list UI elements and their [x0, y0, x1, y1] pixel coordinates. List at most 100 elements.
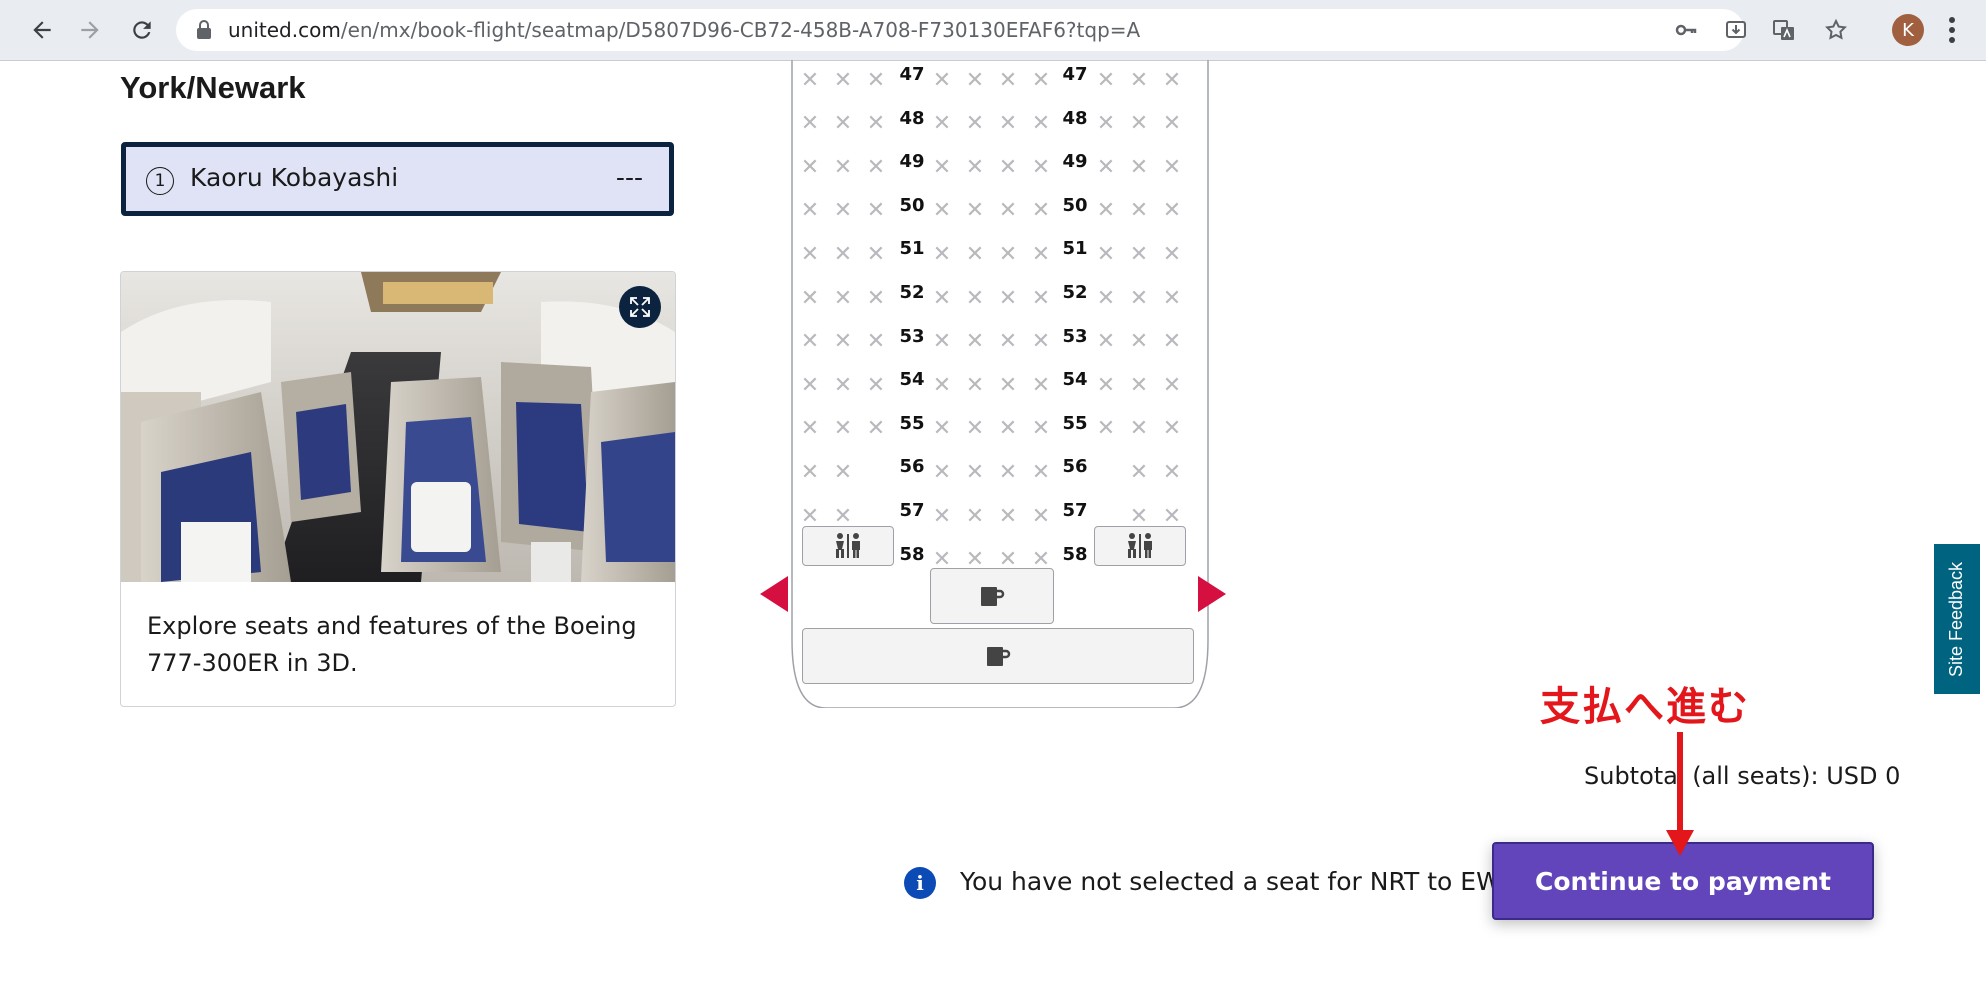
- row-number: 51: [899, 238, 925, 260]
- seat-unavailable: ✕: [932, 459, 952, 485]
- seat-unavailable: ✕: [998, 198, 1018, 224]
- seat-row: ✕ ✕ ✕ ✕ ✕ ✕ ✕ ✕ ✕ ✕ 53 53: [790, 322, 1210, 362]
- info-icon: i: [904, 867, 936, 899]
- seat-unavailable: ✕: [800, 198, 820, 224]
- seat-unavailable: ✕: [1031, 459, 1051, 485]
- seat-unavailable: ✕: [1162, 67, 1182, 93]
- seat-unavailable: ✕: [1096, 198, 1116, 224]
- seat-unavailable: ✕: [800, 329, 820, 355]
- subtotal-text: Subtotal (all seats): USD 0: [1584, 762, 1901, 790]
- seat-unavailable: ✕: [833, 372, 853, 398]
- seat-unavailable: ✕: [1162, 329, 1182, 355]
- aircraft-3d-card[interactable]: Explore seats and features of the Boeing…: [120, 271, 676, 707]
- forward-arrow-icon[interactable]: [70, 10, 110, 50]
- profile-avatar[interactable]: K: [1892, 14, 1924, 46]
- seat-unavailable: ✕: [1129, 329, 1149, 355]
- row-number: 58: [899, 543, 925, 565]
- row-number: 57: [1062, 500, 1088, 521]
- site-feedback-tab[interactable]: Site Feedback: [1934, 544, 1980, 694]
- seat-unavailable: ✕: [866, 67, 886, 93]
- seat-unavailable: ✕: [800, 459, 820, 485]
- seat-unavailable: ✕: [1162, 241, 1182, 267]
- seat-unavailable: ✕: [965, 459, 985, 485]
- row-number: 49: [1062, 151, 1088, 173]
- reload-icon[interactable]: [122, 10, 162, 50]
- seat-unavailable: ✕: [965, 503, 985, 529]
- seat-unavailable: ✕: [800, 67, 820, 93]
- row-number: 47: [1062, 64, 1088, 85]
- seat-unavailable: ✕: [800, 241, 820, 267]
- seat-unavailable: ✕: [998, 241, 1018, 267]
- row-number: 48: [899, 107, 925, 129]
- row-number: 51: [1062, 238, 1088, 260]
- seat-unavailable: ✕: [1129, 459, 1149, 485]
- star-icon[interactable]: [1824, 18, 1848, 42]
- seat-row: ✕ ✕ ✕ ✕ ✕ ✕ ✕ ✕ ✕ ✕ 48 48: [790, 104, 1210, 144]
- seat-unavailable: ✕: [932, 241, 952, 267]
- seat-unavailable: ✕: [1129, 372, 1149, 398]
- seat-unavailable: ✕: [800, 154, 820, 180]
- translate-icon[interactable]: [1772, 18, 1796, 42]
- row-number: 58: [1062, 543, 1088, 565]
- seat-unavailable: ✕: [866, 154, 886, 180]
- seat-unavailable: ✕: [1096, 329, 1116, 355]
- seat-unavailable: ✕: [1031, 329, 1051, 355]
- seat-row: ✕ ✕ ✕ ✕ ✕ ✕ ✕ ✕ ✕ ✕ 55 55: [790, 409, 1210, 449]
- seat-unavailable: ✕: [932, 198, 952, 224]
- row-number: 53: [1062, 325, 1088, 347]
- install-icon[interactable]: [1724, 18, 1748, 42]
- seat-unavailable: ✕: [965, 285, 985, 311]
- seat-unavailable: ✕: [1096, 111, 1116, 137]
- seat-unavailable: ✕: [800, 372, 820, 398]
- seat-unavailable: ✕: [1096, 67, 1116, 93]
- seat-unavailable: ✕: [1129, 416, 1149, 442]
- expand-3d-icon[interactable]: [619, 286, 661, 328]
- card-description: Explore seats and features of the Boeing…: [147, 612, 637, 677]
- seat-row: ✕ ✕ ✕ ✕ ✕ ✕ ✕ ✕ 56 56: [790, 452, 1210, 492]
- annotation-arrow: [1666, 732, 1694, 856]
- seat-unavailable: ✕: [866, 329, 886, 355]
- seat-unavailable: ✕: [1129, 154, 1149, 180]
- seat-unavailable: ✕: [998, 285, 1018, 311]
- url-path: /en/mx/book-flight/seatmap/D5807D96-CB72…: [340, 18, 1141, 42]
- key-icon[interactable]: [1674, 18, 1698, 42]
- seat-unavailable: ✕: [932, 329, 952, 355]
- seat-unavailable: ✕: [1031, 503, 1051, 529]
- seat-unavailable: ✕: [965, 198, 985, 224]
- seat-unavailable: ✕: [1129, 285, 1149, 311]
- seat-unavailable: ✕: [800, 285, 820, 311]
- exit-left-icon: [760, 576, 788, 612]
- galley-lower: [802, 628, 1194, 684]
- seat-unavailable: ✕: [998, 154, 1018, 180]
- seat-unavailable: ✕: [1129, 67, 1149, 93]
- seat-row: ✕ ✕ ✕ ✕ ✕ ✕ ✕ ✕ ✕ ✕ 50 50: [790, 191, 1210, 231]
- seat-unavailable: ✕: [932, 154, 952, 180]
- address-bar[interactable]: united.com/en/mx/book-flight/seatmap/D58…: [176, 9, 1847, 51]
- back-arrow-icon[interactable]: [22, 10, 62, 50]
- row-number: 57: [899, 500, 925, 521]
- lavatory-icon: [836, 533, 860, 558]
- annotation-label: 支払へ進む: [1540, 684, 1750, 730]
- url-host: united.com: [228, 18, 341, 42]
- seat-unavailable: ✕: [1096, 372, 1116, 398]
- seat-unavailable: ✕: [866, 198, 886, 224]
- seat-unavailable: ✕: [866, 372, 886, 398]
- traveler-selector[interactable]: 1 Kaoru Kobayashi ---: [121, 142, 674, 216]
- seat-unavailable: ✕: [965, 154, 985, 180]
- seat-row: ✕ ✕ ✕ ✕ ✕ ✕ ✕ ✕ ✕ ✕ 47 47: [790, 60, 1210, 100]
- flight-destination-heading: York/Newark: [120, 70, 306, 105]
- seat-unavailable: ✕: [1162, 416, 1182, 442]
- seat-unavailable: ✕: [1129, 111, 1149, 137]
- kebab-menu-icon[interactable]: [1946, 12, 1958, 48]
- exit-right-icon: [1198, 576, 1226, 612]
- seat-unavailable: ✕: [932, 416, 952, 442]
- seat-unavailable: ✕: [965, 241, 985, 267]
- seat-unavailable: ✕: [1162, 198, 1182, 224]
- seat-unavailable: ✕: [866, 285, 886, 311]
- seat-unavailable: ✕: [1031, 111, 1051, 137]
- row-number: 56: [899, 456, 925, 478]
- seat-unavailable: ✕: [965, 372, 985, 398]
- seat-unavailable: ✕: [800, 111, 820, 137]
- seat-row: ✕ ✕ ✕ ✕ ✕ ✕ ✕ ✕ ✕ ✕ 54 54: [790, 365, 1210, 405]
- url-text: united.com/en/mx/book-flight/seatmap/D58…: [228, 9, 1140, 51]
